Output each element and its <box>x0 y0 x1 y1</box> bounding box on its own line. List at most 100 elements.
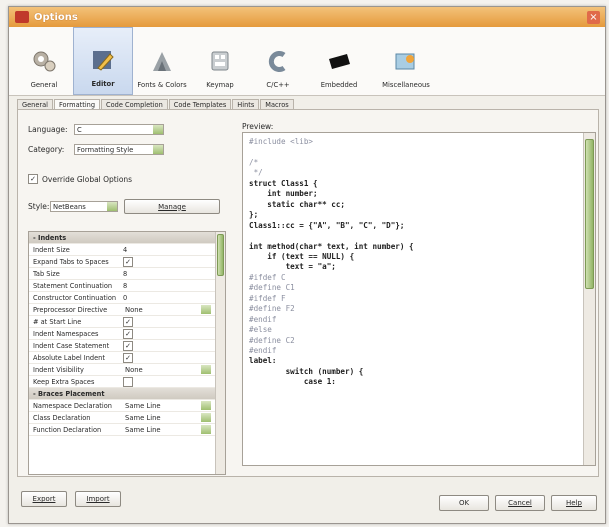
code-line: #endif <box>249 346 277 356</box>
property-select[interactable]: Same Line <box>123 424 211 435</box>
property-row[interactable]: Expand Tabs to Spaces ✓ <box>29 256 225 268</box>
scrollbar-thumb[interactable] <box>585 139 594 289</box>
property-value[interactable]: ✓ <box>121 256 225 267</box>
dialog-footer: Export Import OK Cancel Help <box>9 477 605 523</box>
property-value[interactable]: 0 <box>121 294 225 302</box>
code-line: int method(char* text, int number) { <box>249 241 414 251</box>
chevron-down-icon <box>201 401 211 410</box>
property-value[interactable]: None <box>121 364 225 375</box>
code-line: #define C1 <box>249 283 295 293</box>
toolbar-cpp[interactable]: C/C++ <box>249 27 307 95</box>
property-value[interactable]: 8 <box>121 270 225 278</box>
code-line: #endif <box>249 314 277 324</box>
property-value[interactable] <box>121 376 225 387</box>
category-value: Formatting Style <box>77 145 134 154</box>
toolbar-label: Embedded <box>320 81 358 89</box>
property-row[interactable]: Indent Visibility None <box>29 364 225 376</box>
toolbar-general[interactable]: General <box>15 27 73 95</box>
import-button[interactable]: Import <box>75 491 121 507</box>
property-checkbox[interactable]: ✓ <box>123 328 133 339</box>
property-row[interactable]: Class Declaration Same Line <box>29 412 225 424</box>
palette-icon <box>148 48 176 74</box>
property-value[interactable]: Same Line <box>121 412 225 423</box>
preview-scrollbar[interactable] <box>583 133 595 465</box>
toolbar-miscellaneous[interactable]: Miscellaneous <box>371 27 441 95</box>
property-value[interactable]: 8 <box>121 282 225 290</box>
property-checkbox[interactable] <box>123 376 133 387</box>
property-checkbox[interactable]: ✓ <box>123 316 133 327</box>
property-select[interactable]: None <box>123 364 211 375</box>
language-select[interactable]: C <box>74 124 164 135</box>
property-name: Indent Visibility <box>33 365 84 374</box>
property-row[interactable]: Function Declaration Same Line <box>29 424 225 436</box>
property-row[interactable]: Indent Case Statement ✓ <box>29 340 225 352</box>
category-select[interactable]: Formatting Style <box>74 144 164 155</box>
chevron-down-icon <box>201 413 211 422</box>
property-select-value: None <box>125 305 143 314</box>
code-line: Class1::cc = {"A", "B", "C", "D"}; <box>249 220 405 230</box>
property-checkbox[interactable]: ✓ <box>123 340 133 351</box>
property-value[interactable]: Same Line <box>121 400 225 411</box>
code-line: */ <box>249 168 263 178</box>
property-row[interactable]: Constructor Continuation 0 <box>29 292 225 304</box>
property-value[interactable]: None <box>121 304 225 315</box>
style-select[interactable]: NetBeans <box>50 201 118 212</box>
property-value[interactable]: 4 <box>121 246 225 254</box>
property-row[interactable]: Absolute Label Indent ✓ <box>29 352 225 364</box>
property-value[interactable]: ✓ <box>121 328 225 339</box>
chip-icon <box>325 48 353 74</box>
close-button[interactable]: × <box>587 10 600 24</box>
title-bar[interactable]: Options × <box>9 7 605 27</box>
override-checkbox[interactable]: ✓ <box>28 174 38 184</box>
chevron-down-icon <box>201 305 211 314</box>
property-row[interactable]: Namespace Declaration Same Line <box>29 400 225 412</box>
code-line: #define C2 <box>249 335 295 345</box>
section-braces[interactable]: - Braces Placement <box>29 388 225 400</box>
property-row[interactable]: Indent Namespaces ✓ <box>29 328 225 340</box>
property-row[interactable]: Statement Continuation 8 <box>29 280 225 292</box>
property-select[interactable]: None <box>123 304 211 315</box>
cancel-button[interactable]: Cancel <box>495 495 545 511</box>
property-row[interactable]: Tab Size 8 <box>29 268 225 280</box>
toolbar-label: General <box>30 81 58 89</box>
property-row[interactable]: Indent Size 4 <box>29 244 225 256</box>
export-button[interactable]: Export <box>21 491 67 507</box>
help-button[interactable]: Help <box>551 495 597 511</box>
code-line: label: <box>249 356 277 366</box>
property-row[interactable]: Preprocessor Directive None <box>29 304 225 316</box>
cpp-icon <box>264 48 292 74</box>
property-name: Constructor Continuation <box>33 293 117 302</box>
property-name: Expand Tabs to Spaces <box>33 257 109 266</box>
toolbar-embedded[interactable]: Embedded <box>307 27 371 95</box>
property-name: Preprocessor Directive <box>33 305 108 314</box>
chevron-down-icon <box>153 145 163 154</box>
import-button-label: Import <box>86 495 110 503</box>
code-line: #ifdef F <box>249 293 286 303</box>
style-label: Style: <box>28 202 50 211</box>
ok-button[interactable]: OK <box>439 495 489 511</box>
property-select[interactable]: Same Line <box>123 400 211 411</box>
preview-pane[interactable]: #include <lib> /* */struct Class1 { int n… <box>242 132 596 466</box>
manage-button[interactable]: Manage <box>124 199 220 214</box>
property-name: Indent Size <box>33 245 70 254</box>
chevron-down-icon <box>153 125 163 134</box>
section-indents[interactable]: - Indents <box>29 232 225 244</box>
properties-scrollbar[interactable] <box>215 232 225 474</box>
scrollbar-thumb[interactable] <box>217 234 224 276</box>
property-checkbox[interactable]: ✓ <box>123 256 133 267</box>
property-checkbox[interactable]: ✓ <box>123 352 133 363</box>
property-value[interactable]: ✓ <box>121 352 225 363</box>
property-value[interactable]: ✓ <box>121 316 225 327</box>
toolbar-keymap[interactable]: Keymap <box>191 27 249 95</box>
property-row[interactable]: # at Start Line ✓ <box>29 316 225 328</box>
toolbar-fonts-colors[interactable]: Fonts & Colors <box>133 27 191 95</box>
code-line: #include <lib> <box>249 137 314 146</box>
toolbar-editor[interactable]: Editor <box>73 27 133 95</box>
keyboard-icon <box>206 48 234 74</box>
property-name: Indent Namespaces <box>33 329 99 338</box>
property-value[interactable]: Same Line <box>121 424 225 435</box>
property-select[interactable]: Same Line <box>123 412 211 423</box>
property-row[interactable]: Keep Extra Spaces <box>29 376 225 388</box>
property-value[interactable]: ✓ <box>121 340 225 351</box>
